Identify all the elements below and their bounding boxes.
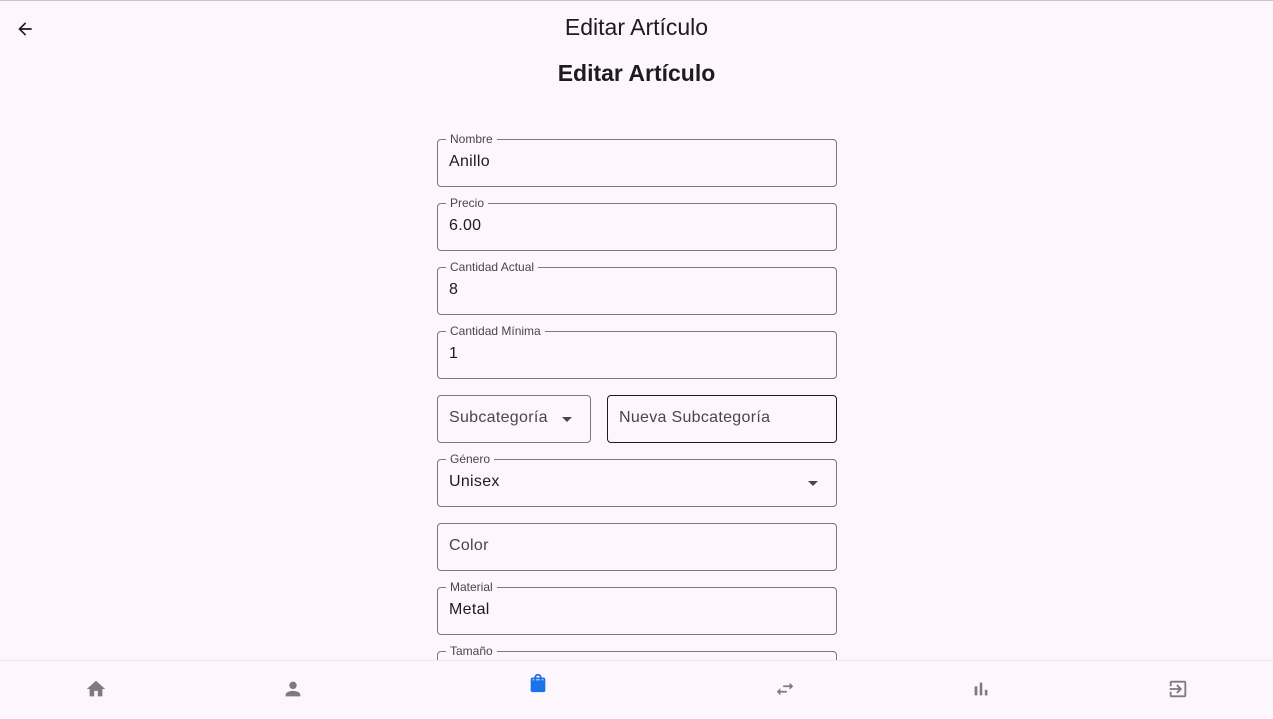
cantidad-minima-value: 1 (449, 345, 459, 362)
swap-horiz-icon (776, 682, 794, 696)
cantidad-actual-field[interactable]: Cantidad Actual 8 (437, 260, 837, 315)
genero-value: Unisex (449, 473, 500, 490)
person-icon (285, 681, 301, 697)
chevron-down-icon (562, 417, 572, 422)
nombre-label: Nombre (446, 132, 497, 146)
color-placeholder: Color (449, 537, 489, 554)
nombre-value: Anillo (449, 153, 490, 170)
precio-value: 6.00 (449, 217, 482, 234)
app-bar: Editar Artículo (0, 1, 1273, 57)
shopping-bag-icon (530, 673, 546, 693)
material-value: Metal (449, 601, 490, 618)
bar-chart-icon (974, 682, 988, 696)
home-icon (86, 680, 106, 697)
nav-item-logout[interactable] (1158, 661, 1198, 717)
cantidad-minima-field[interactable]: Cantidad Mínima 1 (437, 324, 837, 379)
page-heading: Editar Artículo (557, 60, 716, 86)
nueva-subcategoria-placeholder: Nueva Subcategoría (619, 409, 771, 426)
color-field[interactable]: Color (437, 523, 837, 571)
nav-item-transactions[interactable] (765, 661, 805, 717)
nav-item-profile[interactable] (273, 661, 313, 717)
subcategoria-placeholder: Subcategoría (449, 409, 548, 426)
cantidad-minima-label: Cantidad Mínima (446, 324, 545, 338)
genero-dropdown[interactable]: Género Unisex (437, 452, 837, 507)
logout-icon (1169, 680, 1187, 698)
material-field[interactable]: Material Metal (437, 580, 837, 635)
genero-label: Género (446, 452, 495, 466)
app-bar-title: Editar Artículo (564, 14, 709, 40)
precio-label: Precio (446, 196, 489, 210)
precio-field[interactable]: Precio 6.00 (437, 196, 837, 251)
chevron-down-icon (808, 481, 818, 486)
cantidad-actual-label: Cantidad Actual (446, 260, 539, 274)
nav-item-products[interactable] (518, 655, 558, 711)
nombre-field[interactable]: Nombre Anillo (437, 132, 837, 187)
nav-item-home[interactable] (76, 661, 116, 717)
subcategoria-dropdown[interactable]: Subcategoría (437, 395, 591, 443)
nav-item-stats[interactable] (961, 661, 1001, 717)
nueva-subcategoria-input[interactable]: Nueva Subcategoría (607, 395, 837, 443)
tamano-label: Tamaño (446, 644, 497, 658)
cantidad-actual-value: 8 (449, 281, 459, 298)
bottom-navigation (0, 660, 1273, 719)
material-label: Material (446, 580, 497, 594)
